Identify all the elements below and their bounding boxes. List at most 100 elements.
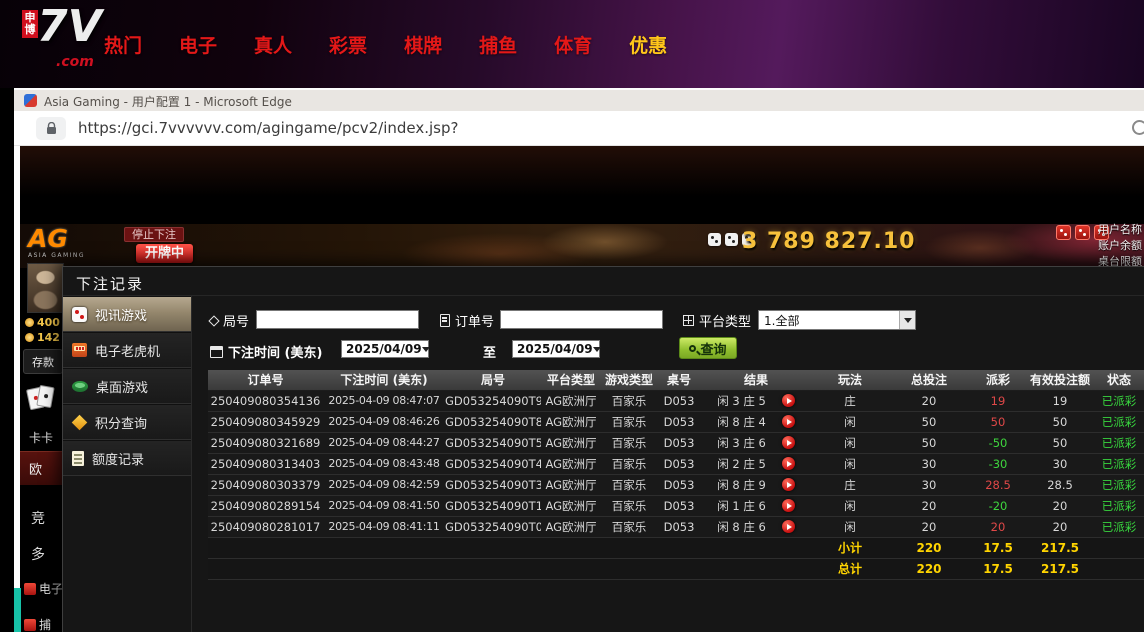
round-number-input[interactable] xyxy=(256,310,419,329)
balance-amount: 3 789 827.10 xyxy=(742,229,915,254)
col-valid-bet: 有效投注额 xyxy=(1027,370,1093,390)
platform-type-select[interactable]: 1.全部 xyxy=(758,310,916,330)
col-play: 玩法 xyxy=(811,370,889,390)
replay-icon[interactable] xyxy=(782,394,795,407)
payout-value: 28.5 xyxy=(985,478,1011,492)
payout-value: -20 xyxy=(989,499,1008,513)
query-button[interactable]: 查询 xyxy=(679,337,737,359)
lobby-item-slots[interactable]: 电子 xyxy=(24,580,63,597)
coin-count-row: 400 xyxy=(25,316,60,329)
coin-count: 400 xyxy=(37,316,60,329)
site-logo[interactable]: 申博 7V .com xyxy=(22,7,108,83)
round-number-label: 局号 xyxy=(210,311,249,330)
lobby-item-fishing[interactable]: 捕 xyxy=(24,616,51,632)
sidebar-item-slot-machines[interactable]: 电子老虎机 xyxy=(63,332,191,368)
coin-count-row: 142 xyxy=(25,331,60,344)
sidebar-item-label: 电子老虎机 xyxy=(95,341,160,360)
dealing-status: 开牌中 xyxy=(136,244,193,263)
nav-item-live[interactable]: 真人 xyxy=(254,31,292,58)
order-number-input[interactable] xyxy=(500,310,663,329)
ag-logo-subtext: ASIA GAMING xyxy=(28,252,85,259)
card-icon xyxy=(36,385,54,408)
payout-value: -30 xyxy=(989,457,1008,471)
browser-window: Asia Gaming - 用户配置 1 - Microsoft Edge ht… xyxy=(14,88,1144,632)
subtotal-row: 小计 220 17.5 217.5 xyxy=(208,537,1144,558)
replay-icon[interactable] xyxy=(782,478,795,491)
col-order: 订单号 xyxy=(208,370,323,390)
logo-badge: 申博 xyxy=(22,10,38,38)
url-text[interactable]: https://gci.7vvvvvv.com/agingame/pcv2/in… xyxy=(78,119,458,137)
points-icon xyxy=(72,414,88,430)
avatar[interactable] xyxy=(27,263,64,313)
status-badge: 已派彩 xyxy=(1102,436,1137,450)
coin-count: 142 xyxy=(37,331,60,344)
diamond-icon xyxy=(208,315,219,326)
lobby-item-jing[interactable]: 竞 xyxy=(31,508,45,528)
order-number-label: 订单号 xyxy=(440,311,494,330)
nav-item-fishing[interactable]: 捕鱼 xyxy=(479,31,517,58)
modal-titlebar: 下注记录 xyxy=(63,267,1144,296)
logo-text: 7V xyxy=(37,1,102,52)
sidebar-item-points-query[interactable]: 积分查询 xyxy=(63,404,191,440)
window-title: Asia Gaming - 用户配置 1 - Microsoft Edge xyxy=(44,93,292,110)
site-info-lock-icon[interactable] xyxy=(36,117,66,140)
status-badge: 已派彩 xyxy=(1102,478,1137,492)
replay-icon[interactable] xyxy=(782,415,795,428)
tab-favicon-icon xyxy=(24,94,37,107)
top-menu: 热门 电子 真人 彩票 棋牌 捕鱼 体育 优惠 xyxy=(104,0,667,88)
nav-item-slots[interactable]: 电子 xyxy=(179,31,217,58)
date-from-select[interactable]: 2025/04/09 xyxy=(341,340,429,358)
result-text: 闲 8 庄 6 xyxy=(717,519,766,535)
dice-icon xyxy=(72,307,87,322)
lobby-item-duo[interactable]: 多 xyxy=(31,544,45,564)
modal-sidebar: 视讯游戏 电子老虎机 桌面游戏 积分查询 额度记录 xyxy=(63,296,192,632)
page-viewport: AG ASIA GAMING 停止下注 开牌中 3 789 827.10 用户名… xyxy=(20,146,1144,632)
total-row: 总计 220 17.5 217.5 xyxy=(208,558,1144,579)
select-dropdown-button[interactable] xyxy=(899,311,915,329)
table-game-icon xyxy=(72,381,88,392)
red-die-icon xyxy=(1075,225,1090,240)
platform-type-label: 平台类型 xyxy=(683,311,751,330)
col-table-no: 桌号 xyxy=(657,370,701,390)
replay-icon[interactable] xyxy=(782,457,795,470)
cards-icon[interactable] xyxy=(28,386,58,412)
date-to-select[interactable]: 2025/04/09 xyxy=(512,340,600,358)
search-icon xyxy=(689,345,696,352)
username-label: 用户名称 xyxy=(1098,222,1142,238)
sidebar-item-quota-records[interactable]: 额度记录 xyxy=(63,440,191,476)
replay-icon[interactable] xyxy=(782,499,795,512)
replay-icon[interactable] xyxy=(782,520,795,533)
nav-item-lottery[interactable]: 彩票 xyxy=(329,31,367,58)
document-icon xyxy=(72,451,84,466)
lobby-item-label: 捕 xyxy=(39,616,51,632)
total-label: 总计 xyxy=(811,558,889,579)
date-from-value: 2025/04/09 xyxy=(346,342,422,356)
table-row: 250409080345929 2025-04-09 08:46:26 GD05… xyxy=(208,411,1144,432)
payout-value: -50 xyxy=(989,436,1008,450)
col-platform: 平台类型 xyxy=(541,370,601,390)
deposit-button[interactable]: 存款 xyxy=(23,349,63,374)
sidebar-item-video-games[interactable]: 视讯游戏 xyxy=(63,296,191,332)
nav-item-hot[interactable]: 热门 xyxy=(104,31,142,58)
result-text: 闲 3 庄 5 xyxy=(717,393,766,409)
sidebar-item-table-games[interactable]: 桌面游戏 xyxy=(63,368,191,404)
calendar-icon xyxy=(210,346,223,358)
status-badge: 已派彩 xyxy=(1102,457,1137,471)
replay-icon[interactable] xyxy=(782,436,795,449)
sidebar-item-label: 桌面游戏 xyxy=(96,377,148,396)
nav-item-promo[interactable]: 优惠 xyxy=(629,31,667,58)
reload-icon[interactable] xyxy=(1132,120,1144,135)
fishing-icon xyxy=(24,619,36,631)
lobby-header: AG ASIA GAMING 停止下注 开牌中 3 789 827.10 用户名… xyxy=(20,224,1144,268)
nav-item-cards[interactable]: 棋牌 xyxy=(404,31,442,58)
lobby-item-kaka[interactable]: 卡卡 xyxy=(29,429,53,446)
subtotal-label: 小计 xyxy=(811,537,889,558)
platform-type-value: 1.全部 xyxy=(764,312,799,329)
col-round: 局号 xyxy=(445,370,541,390)
teal-strip xyxy=(14,588,21,632)
lobby-item-europe[interactable]: 欧 xyxy=(20,451,62,485)
nav-item-sports[interactable]: 体育 xyxy=(554,31,592,58)
result-text: 闲 1 庄 6 xyxy=(717,498,766,514)
top-nav: 申博 7V .com 热门 电子 真人 彩票 棋牌 捕鱼 体育 优惠 xyxy=(0,0,1144,88)
address-bar: https://gci.7vvvvvv.com/agingame/pcv2/in… xyxy=(14,111,1144,146)
